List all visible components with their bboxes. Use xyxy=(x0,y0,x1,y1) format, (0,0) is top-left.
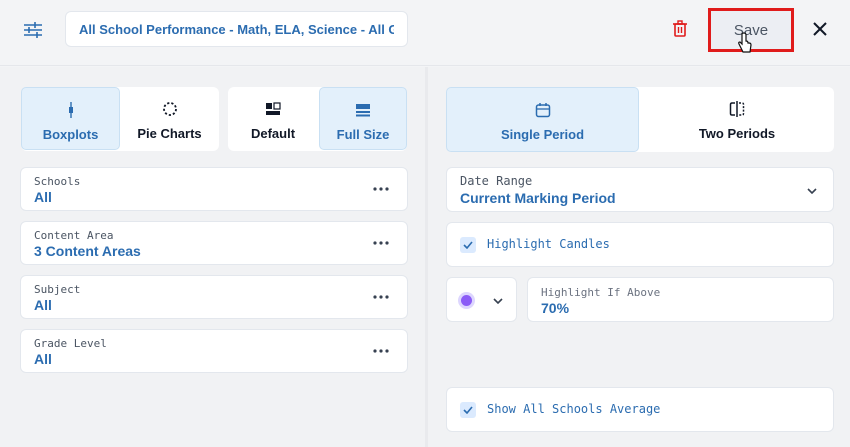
toggle-boxplots[interactable]: Boxplots xyxy=(21,87,120,150)
trash-icon[interactable] xyxy=(672,20,688,38)
default-layout-icon xyxy=(264,100,282,118)
highlight-threshold-value: 70% xyxy=(541,300,570,316)
highlight-threshold-input[interactable]: Highlight If Above 70% xyxy=(527,277,834,322)
grade-level-filter[interactable]: Grade Level All xyxy=(20,329,408,373)
content-area-filter[interactable]: Content Area 3 Content Areas xyxy=(20,221,408,265)
checkbox-checked-icon xyxy=(460,237,476,253)
content-area-filter-label: Content Area xyxy=(34,229,114,242)
toggle-default-size-label: Default xyxy=(250,126,296,141)
pie-chart-icon xyxy=(161,100,179,118)
date-range-label: Date Range xyxy=(460,174,533,188)
more-options-icon[interactable] xyxy=(373,349,389,353)
report-title-input[interactable]: All School Performance - Math, ELA, Scie… xyxy=(65,11,408,47)
more-options-icon[interactable] xyxy=(373,295,389,299)
chevron-down-icon xyxy=(807,188,817,194)
highlight-color-picker[interactable] xyxy=(446,277,517,322)
period-toggle-group: Single Period Two Periods xyxy=(446,87,834,152)
subject-filter-value: All xyxy=(34,297,52,313)
filter-sliders-icon[interactable] xyxy=(22,20,44,40)
schools-filter-value: All xyxy=(34,189,52,205)
close-icon[interactable] xyxy=(811,20,829,38)
schools-filter[interactable]: Schools All xyxy=(20,167,408,211)
toggle-single-period[interactable]: Single Period xyxy=(446,87,639,152)
more-options-icon[interactable] xyxy=(373,241,389,245)
more-options-icon[interactable] xyxy=(373,187,389,191)
checkbox-checked-icon xyxy=(460,402,476,418)
full-size-icon xyxy=(354,101,372,119)
highlight-threshold-label: Highlight If Above xyxy=(541,286,661,299)
toggle-two-periods[interactable]: Two Periods xyxy=(640,87,834,152)
hand-cursor-icon xyxy=(738,32,752,53)
size-toggle-group: Default Full Size xyxy=(228,87,407,151)
toggle-pie-charts[interactable]: Pie Charts xyxy=(120,87,219,150)
content-area-filter-value: 3 Content Areas xyxy=(34,243,141,259)
compare-icon xyxy=(728,100,746,118)
toggle-full-size[interactable]: Full Size xyxy=(319,87,407,150)
highlight-candles-checkbox[interactable]: Highlight Candles xyxy=(446,222,834,267)
subject-filter-label: Subject xyxy=(34,283,81,296)
color-swatch-icon xyxy=(461,295,472,306)
calendar-icon xyxy=(534,101,552,119)
grade-level-filter-value: All xyxy=(34,351,52,367)
schools-filter-label: Schools xyxy=(34,175,81,188)
toggle-pie-charts-label: Pie Charts xyxy=(137,126,202,141)
toggle-single-period-label: Single Period xyxy=(500,127,585,142)
toggle-boxplots-label: Boxplots xyxy=(42,127,99,142)
toggle-two-periods-label: Two Periods xyxy=(698,126,776,141)
toggle-full-size-label: Full Size xyxy=(336,127,390,142)
chevron-down-icon xyxy=(493,298,503,304)
report-title-text: All School Performance - Math, ELA, Scie… xyxy=(79,21,394,37)
highlight-candles-label: Highlight Candles xyxy=(487,237,610,251)
date-range-select[interactable]: Date Range Current Marking Period xyxy=(446,167,834,212)
show-average-checkbox[interactable]: Show All Schools Average xyxy=(446,387,834,432)
boxplot-icon xyxy=(62,101,80,119)
date-range-value: Current Marking Period xyxy=(460,190,616,206)
grade-level-filter-label: Grade Level xyxy=(34,337,107,350)
subject-filter[interactable]: Subject All xyxy=(20,275,408,319)
show-average-label: Show All Schools Average xyxy=(487,402,661,416)
top-bar: All School Performance - Math, ELA, Scie… xyxy=(0,0,850,66)
toggle-default-size[interactable]: Default xyxy=(228,87,318,150)
chart-style-toggle-group: Boxplots Pie Charts xyxy=(21,87,219,151)
